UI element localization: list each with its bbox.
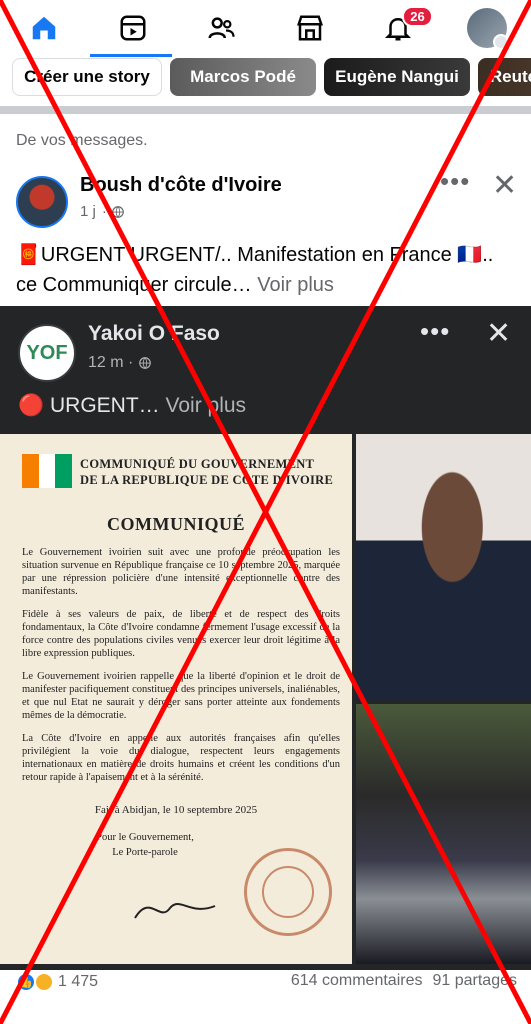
doc-header-line: COMMUNIQUÉ DU GOUVERNEMENT	[80, 457, 315, 471]
notification-badge: 26	[402, 6, 433, 27]
post-body: 🧧URGENT URGENT/.. Manifestation en Franc…	[16, 244, 494, 296]
create-story-button[interactable]: Créer une story	[12, 58, 162, 96]
doc-header: COMMUNIQUÉ DU GOUVERNEMENT DE LA REPUBLI…	[80, 456, 340, 488]
doc-paragraph: Le Gouvernement ivoirien rappelle que la…	[22, 671, 340, 721]
shared-see-more-link[interactable]: Voir plus	[166, 394, 247, 417]
doc-sign-line: Pour le Gouvernement,	[96, 832, 194, 843]
doc-paragraph: Le Gouvernement ivoirien suit avec une p…	[22, 547, 340, 597]
top-nav: 26	[0, 0, 531, 57]
official-seal-icon	[244, 848, 332, 936]
feed-section-label: De vos messages.	[16, 132, 148, 149]
post-text: 🧧URGENT URGENT/.. Manifestation en Franc…	[16, 240, 516, 300]
shared-more-icon[interactable]: •••	[420, 316, 450, 347]
nav-reels[interactable]	[103, 0, 163, 56]
shared-post-text: 🔴 URGENT… Voir plus	[18, 394, 246, 418]
nav-profile[interactable]	[457, 0, 517, 56]
doc-sign-line: Le Porte-parole	[112, 847, 178, 858]
story-card[interactable]: Eugène Nangui	[324, 58, 470, 96]
doc-date: Fait à Abidjan, le 10 septembre 2025	[94, 804, 258, 816]
stories-strip: Créer une story Marcos Podé Eugène Nangu…	[0, 58, 531, 102]
haha-reaction-icon	[34, 972, 54, 992]
story-card[interactable]: Marcos Podé	[170, 58, 316, 96]
shared-post-time: 12 m	[88, 354, 124, 371]
menu-icon	[492, 34, 509, 50]
signature-icon	[134, 903, 216, 919]
story-card[interactable]: Reuters Amour	[478, 58, 531, 96]
doc-paragraph: Fidèle à ses valeurs de paix, de liberté…	[22, 609, 340, 659]
section-divider	[0, 106, 531, 114]
shared-post-meta: 12 m ·	[88, 354, 152, 372]
nav-home[interactable]	[14, 0, 74, 56]
shared-close-icon[interactable]: ✕	[486, 316, 511, 351]
communique-image[interactable]: COMMUNIQUÉ DU GOUVERNEMENT DE LA REPUBLI…	[0, 434, 352, 964]
reels-icon	[120, 15, 146, 41]
reactions-summary[interactable]: 👍 1 475	[16, 972, 98, 992]
post-author-name[interactable]: Boush d'côte d'Ivoire	[80, 174, 282, 197]
nav-notifications[interactable]: 26	[368, 0, 433, 56]
home-icon	[33, 16, 56, 40]
shared-author-avatar[interactable]: YOF	[18, 324, 76, 382]
avatar	[466, 8, 509, 50]
shared-author-name[interactable]: Yakoi O Faso	[88, 322, 220, 346]
doc-signatory: Pour le Gouvernement, Le Porte-parole	[70, 830, 220, 860]
shared-post[interactable]: YOF Yakoi O Faso 12 m · ••• ✕ 🔴 URGENT… …	[0, 306, 531, 970]
shared-post-body: 🔴 URGENT…	[18, 394, 160, 417]
globe-icon: ·	[102, 203, 125, 220]
nav-friends[interactable]	[191, 0, 251, 56]
ivory-coast-flag	[22, 454, 73, 488]
marketplace-icon	[296, 15, 323, 41]
engagement-counts: 614 commentaires 91 partages	[291, 972, 517, 990]
portrait-photo[interactable]	[356, 434, 531, 700]
friends-icon	[208, 17, 235, 39]
globe-icon: ·	[128, 354, 152, 371]
reaction-count: 1 475	[58, 973, 99, 990]
post-time: 1 j	[80, 203, 96, 220]
post-author-avatar[interactable]	[16, 176, 68, 228]
doc-title: COMMUNIQUÉ	[107, 514, 245, 534]
post-meta: 1 j ·	[80, 203, 125, 220]
doc-paragraph: La Côte d'Ivoire en appelle aux autorité…	[22, 733, 340, 783]
see-more-link[interactable]: Voir plus	[257, 274, 334, 296]
like-reaction-icon: 👍	[16, 972, 36, 992]
post-more-icon[interactable]: •••	[440, 166, 470, 197]
doc-body: Le Gouvernement ivoirien suit avec une p…	[22, 546, 340, 794]
protest-photo[interactable]	[356, 704, 531, 964]
shares-count[interactable]: 91 partages	[432, 972, 517, 990]
comments-count[interactable]: 614 commentaires	[291, 972, 423, 990]
nav-marketplace[interactable]	[280, 0, 340, 56]
post-close-icon[interactable]: ✕	[492, 168, 517, 203]
active-tab-indicator	[90, 54, 172, 57]
doc-header-line: DE LA REPUBLIQUE DE CÔTE D'IVOIRE	[80, 473, 334, 487]
